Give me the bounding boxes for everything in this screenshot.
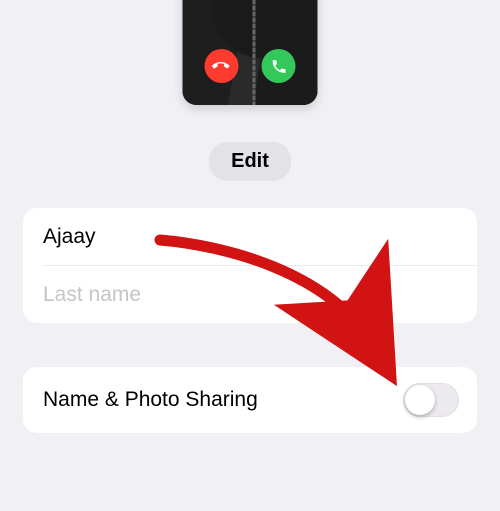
name-photo-sharing-row: Name & Photo Sharing bbox=[23, 367, 477, 433]
phone-accept-icon bbox=[262, 49, 296, 83]
edit-button[interactable]: Edit bbox=[209, 142, 291, 181]
contact-poster-preview[interactable] bbox=[183, 0, 318, 105]
first-name-field[interactable]: Ajaay bbox=[23, 208, 477, 265]
last-name-field[interactable]: Last name bbox=[23, 266, 477, 323]
sharing-toggle[interactable] bbox=[403, 383, 459, 417]
sharing-label: Name & Photo Sharing bbox=[43, 388, 258, 412]
toggle-knob bbox=[405, 385, 435, 415]
name-fields-card: Ajaay Last name bbox=[23, 208, 477, 323]
poster-background bbox=[183, 0, 318, 105]
poster-detail bbox=[253, 0, 256, 105]
